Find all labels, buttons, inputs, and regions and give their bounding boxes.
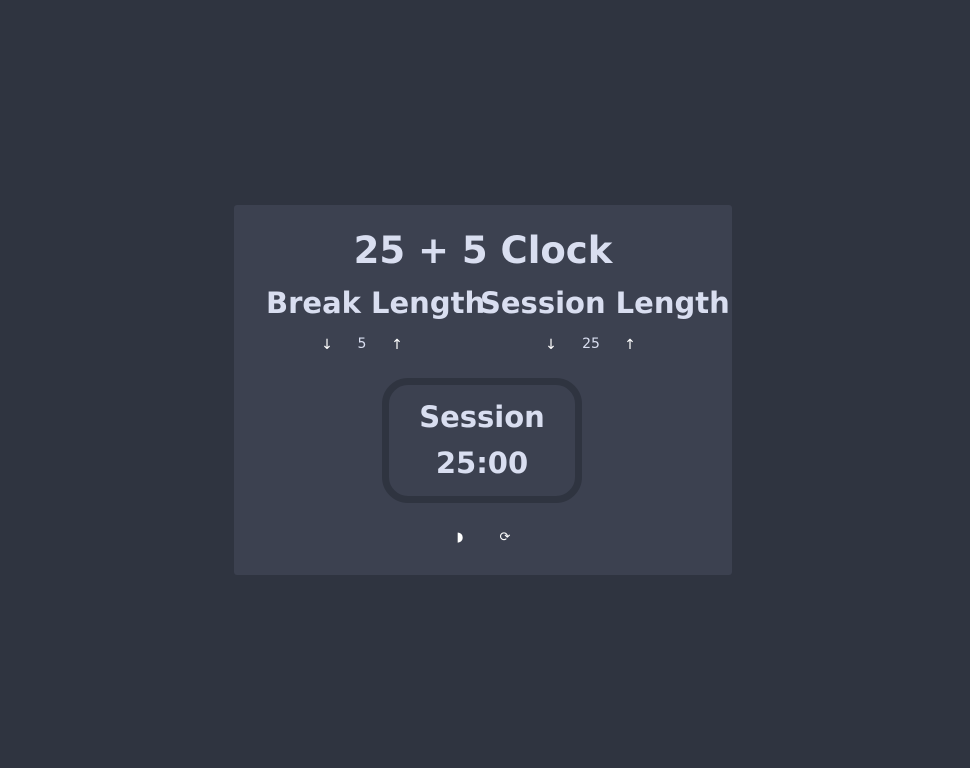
page-title: 25 + 5 Clock (353, 229, 613, 272)
session-length-label: Session Length (480, 286, 730, 320)
session-increment-button[interactable]: ↑ (620, 335, 640, 355)
play-pause-icon[interactable]: ◗ (450, 528, 470, 548)
timer-label: Session (419, 400, 545, 434)
break-decrement-button[interactable]: ↓ (317, 335, 337, 355)
break-length-label: Break Length (266, 286, 486, 320)
break-length-value: 5 (357, 336, 367, 352)
clock-panel: 25 + 5 Clock Break Length Session Length… (234, 205, 732, 575)
break-increment-button[interactable]: ↑ (387, 335, 407, 355)
time-left: 25:00 (435, 446, 529, 480)
reset-icon[interactable]: ⟳ (495, 528, 515, 548)
session-decrement-button[interactable]: ↓ (541, 335, 561, 355)
timer-display: Session 25:00 (382, 378, 582, 503)
session-length-value: 25 (582, 336, 600, 352)
